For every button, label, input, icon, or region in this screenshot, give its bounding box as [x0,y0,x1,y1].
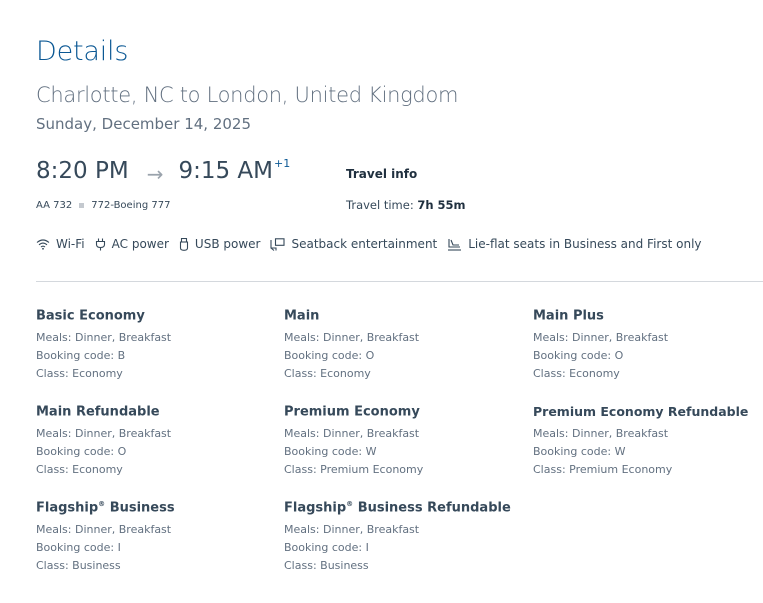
travel-time: Travel time: 7h 55m [346,198,466,212]
fare-meals: Meals: Dinner, Breakfast [533,331,669,345]
fare-name: Flagship® Business Refundable [284,500,511,516]
fare-name: Premium Economy [284,404,420,420]
page-title: Details [36,36,129,67]
fare-meals: Meals: Dinner, Breakfast [36,427,172,441]
arrow-right-icon: → [146,162,164,186]
section-divider [36,281,763,282]
fare-class: Class: Premium Economy [284,463,424,477]
fare-name: Main Plus [533,308,604,324]
ac-power-plug-icon [95,238,105,250]
fare-booking-code: Booking code: W [533,445,626,458]
amenity-label: Lie-flat seats in Business and First onl… [468,237,702,251]
fare-booking-code: Booking code: O [36,445,127,459]
seatback-entertainment-icon [270,237,286,251]
aircraft-type: 772-Boeing 777 [91,200,171,211]
travel-time-value: 7h 55m [417,198,466,212]
fare-meals: Meals: Dinner, Breakfast [284,427,420,441]
fare-booking-code: Booking code: O [533,349,624,363]
travel-info-heading: Travel info [346,167,418,181]
fare-meals: Meals: Dinner, Breakfast [284,331,420,345]
fare-class: Class: Business [284,559,369,573]
fare-name: Main [284,308,320,324]
flight-number: AA 732 [36,200,73,211]
fare-class: Class: Economy [284,367,371,381]
fare-card-main-plus: Main Plus Meals: Dinner, Breakfast Booki… [533,308,761,383]
amenity-label: AC power [111,237,169,251]
fare-name: Main Refundable [36,404,160,420]
amenity-lie-flat-seats: Lie-flat seats in Business and First onl… [447,237,702,251]
fare-card-flagship-business-refundable: Flagship® Business Refundable Meals: Din… [284,500,529,575]
amenity-label: Seatback entertainment [291,237,438,251]
fare-booking-code: Booking code: I [284,541,369,555]
arrive-time: 9:15 AM [178,158,273,184]
fare-class: Class: Economy [36,367,123,381]
flight-meta: AA 732 772-Boeing 777 [36,200,170,211]
fare-meals: Meals: Dinner, Breakfast [36,523,172,537]
fare-class: Class: Premium Economy [533,463,673,476]
fare-name: Premium Economy Refundable [533,404,749,419]
fare-class: Class: Economy [533,367,620,381]
route-title: Charlotte, NC to London, United Kingdom [36,83,459,107]
fare-meals: Meals: Dinner, Breakfast [533,427,669,440]
fare-meals: Meals: Dinner, Breakfast [284,523,420,537]
wifi-icon [36,239,50,250]
fare-class: Class: Economy [36,463,123,477]
separator-square-icon [79,203,85,208]
fare-card-basic-economy: Basic Economy Meals: Dinner, Breakfast B… [36,308,281,383]
travel-time-label: Travel time: [346,198,414,212]
fare-card-main-refundable: Main Refundable Meals: Dinner, Breakfast… [36,404,281,479]
amenity-label: USB power [194,237,261,251]
amenity-seatback-entertainment: Seatback entertainment [270,237,437,251]
fare-booking-code: Booking code: I [36,541,121,555]
fare-card-premium-economy: Premium Economy Meals: Dinner, Breakfast… [284,404,529,479]
fare-card-flagship-business: Flagship® Business Meals: Dinner, Breakf… [36,500,281,575]
amenity-ac-power: AC power [95,237,169,251]
fare-name: Flagship® Business [36,500,175,516]
fare-booking-code: Booking code: B [36,349,126,363]
depart-time: 8:20 PM [36,158,129,184]
amenities-list: Wi-Fi AC power USB power Seatback entert… [36,237,712,251]
flight-times: 8:20 PM → 9:15 AM +1 [36,157,291,186]
fare-booking-code: Booking code: O [284,349,375,363]
fare-card-premium-economy-refundable: Premium Economy Refundable Meals: Dinner… [533,404,761,479]
amenity-wifi: Wi-Fi [36,237,85,251]
amenity-label: Wi-Fi [56,237,85,251]
amenity-usb-power: USB power [179,237,261,251]
fare-class: Class: Business [36,559,121,573]
fare-booking-code: Booking code: W [284,445,377,459]
fare-card-main: Main Meals: Dinner, Breakfast Booking co… [284,308,529,383]
usb-icon [179,237,188,251]
day-offset-badge: +1 [274,157,291,170]
fare-meals: Meals: Dinner, Breakfast [36,331,172,345]
fare-name: Basic Economy [36,308,145,324]
travel-date: Sunday, December 14, 2025 [36,115,252,133]
lie-flat-seat-icon [448,238,462,251]
